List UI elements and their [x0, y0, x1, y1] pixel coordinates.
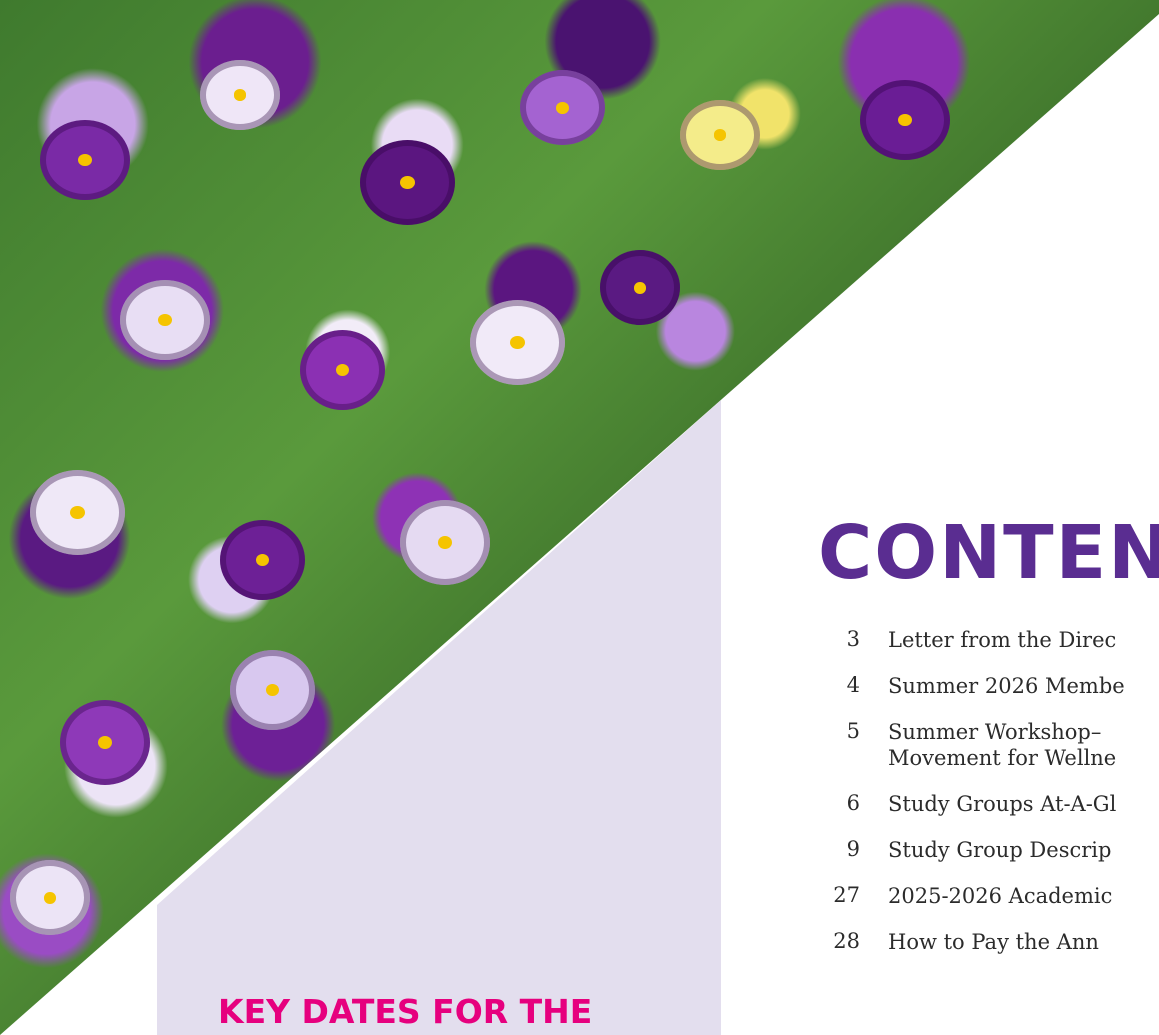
toc-title-line-2: Movement for Wellne: [888, 746, 1117, 770]
pansy-flower: [200, 60, 280, 130]
pansy-flower: [40, 120, 130, 200]
contents-title: CONTEN: [818, 510, 1159, 596]
pansy-flower: [60, 700, 150, 785]
pansy-flower: [120, 280, 210, 360]
pansy-flower: [400, 500, 490, 585]
toc-page-number: 5: [846, 719, 860, 743]
toc-page-number: 3: [846, 627, 860, 651]
toc-page-number: 27: [833, 883, 860, 907]
toc-title: Study Groups At-A-Gl: [888, 792, 1117, 816]
toc-title: How to Pay the Ann: [888, 930, 1099, 954]
toc-item[interactable]: 3 Letter from the Direc: [810, 620, 1159, 666]
pansy-flower: [10, 860, 90, 935]
toc-page-number: 9: [846, 837, 860, 861]
toc-title: Study Group Descrip: [888, 838, 1112, 862]
pansy-flower: [230, 650, 315, 730]
pansy-flower: [680, 100, 760, 170]
toc-item[interactable]: 27 2025-2026 Academic: [810, 876, 1159, 922]
toc-item[interactable]: 9 Study Group Descrip: [810, 830, 1159, 876]
pansy-flower: [30, 470, 125, 555]
toc-item[interactable]: 6 Study Groups At-A-Gl: [810, 784, 1159, 830]
toc-title: Summer Workshop– Movement for Wellne: [888, 719, 1159, 771]
toc-item[interactable]: 5 Summer Workshop– Movement for Wellne: [810, 712, 1159, 784]
pansy-flower: [600, 250, 680, 325]
pansy-flower: [300, 330, 385, 410]
pansy-flower: [520, 70, 605, 145]
toc-item[interactable]: 28 How to Pay the Ann: [810, 922, 1159, 968]
toc-title: 2025-2026 Academic: [888, 884, 1113, 908]
table-of-contents: 3 Letter from the Direc 4 Summer 2026 Me…: [810, 620, 1159, 968]
pansy-flower: [360, 140, 455, 225]
toc-item[interactable]: 4 Summer 2026 Membe: [810, 666, 1159, 712]
toc-title-line-1: Summer Workshop–: [888, 720, 1102, 744]
pansy-flower: [220, 520, 305, 600]
pansy-flower: [860, 80, 950, 160]
pansy-flower: [470, 300, 565, 385]
toc-title: Letter from the Direc: [888, 628, 1117, 652]
toc-page-number: 4: [846, 673, 860, 697]
toc-page-number: 6: [846, 791, 860, 815]
toc-title: Summer 2026 Membe: [888, 674, 1125, 698]
key-dates-heading: KEY DATES FOR THE: [218, 992, 593, 1031]
toc-page-number: 28: [833, 929, 860, 953]
